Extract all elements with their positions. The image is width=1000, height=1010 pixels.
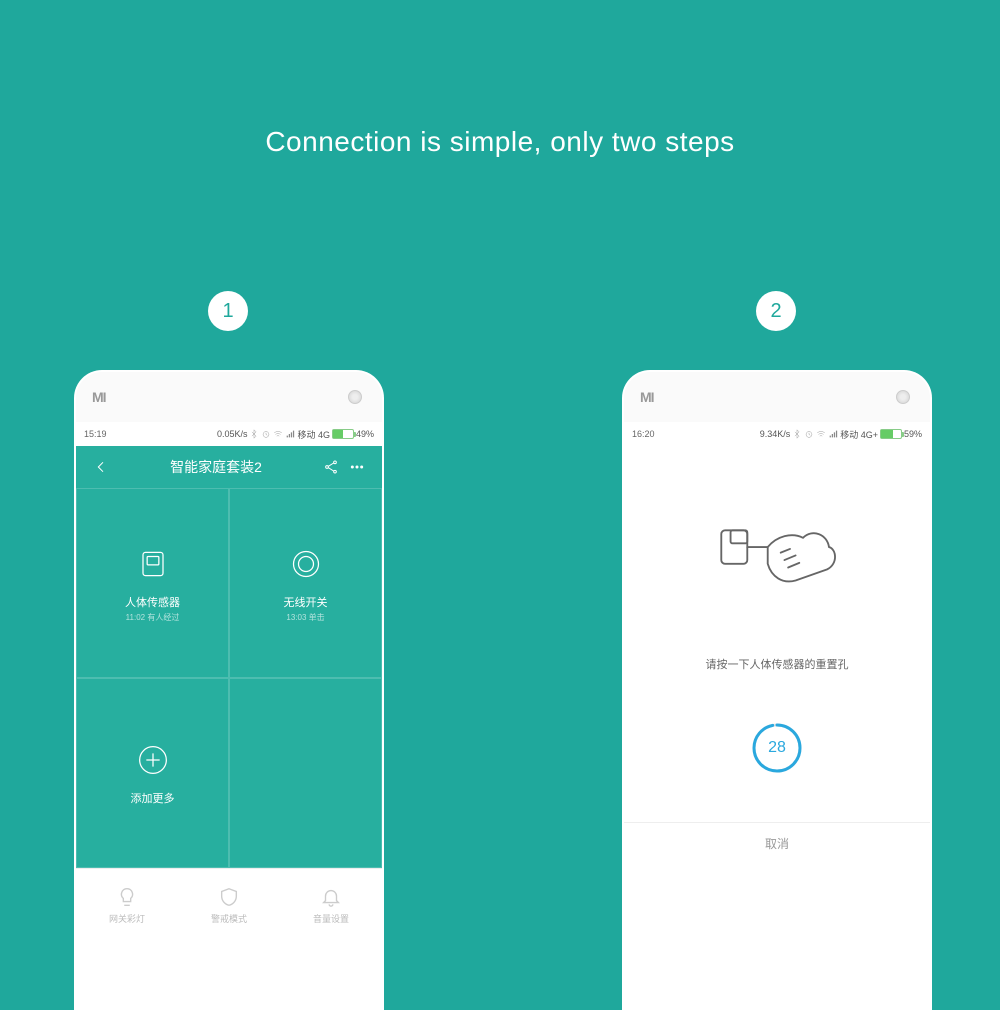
step-2-badge: 2 xyxy=(756,291,796,331)
bottom-label: 网关彩灯 xyxy=(109,912,145,925)
instruction-text: 请按一下人体传感器的重置孔 xyxy=(706,656,849,672)
countdown-ring-icon xyxy=(751,722,803,774)
status-net-speed: 0.05K/s xyxy=(217,429,248,439)
signal-icon xyxy=(285,429,295,439)
switch-icon xyxy=(286,544,326,584)
alarm-icon xyxy=(261,429,271,439)
tile-add-more[interactable]: 添加更多 xyxy=(76,678,229,868)
shield-icon xyxy=(218,886,240,908)
share-button[interactable] xyxy=(318,459,344,475)
status-carrier: 移动 4G+ xyxy=(840,428,878,441)
plus-circle-icon xyxy=(133,740,173,780)
cancel-button[interactable]: 取消 xyxy=(624,822,930,864)
phone-bezel-top: MI xyxy=(76,372,382,422)
device-grid: 人体传感器 11:02 有人经过 无线开关 13:03 单击 添加更多 xyxy=(76,488,382,868)
phone-mockup-2: MI 16:20 9.34K/s 移动 4G+ 59% xyxy=(622,370,932,1010)
bottom-label: 音量设置 xyxy=(313,912,349,925)
alarm-icon xyxy=(804,429,814,439)
phone-mockup-1: MI 15:19 0.05K/s 移动 4G 49% 智能家庭套装2 xyxy=(74,370,384,1010)
status-bar: 16:20 9.34K/s 移动 4G+ 59% xyxy=(624,422,930,446)
countdown-timer: 28 xyxy=(751,722,803,774)
tile-subtitle: 11:02 有人经过 xyxy=(126,612,180,623)
battery-icon xyxy=(880,429,902,439)
bottom-toolbar: 网关彩灯 警戒模式 音量设置 xyxy=(76,868,382,942)
bulb-icon xyxy=(116,886,138,908)
tile-wireless-switch[interactable]: 无线开关 13:03 单击 xyxy=(229,488,382,678)
tile-title: 无线开关 xyxy=(284,594,328,610)
step-1-badge: 1 xyxy=(208,291,248,331)
status-net-speed: 9.34K/s xyxy=(760,429,791,439)
tile-title: 添加更多 xyxy=(131,790,175,806)
chevron-left-icon xyxy=(93,459,109,475)
status-bar: 15:19 0.05K/s 移动 4G 49% xyxy=(76,422,382,446)
status-battery-pct: 59% xyxy=(904,429,922,439)
bottom-volume-button[interactable]: 音量设置 xyxy=(280,869,382,942)
share-icon xyxy=(323,459,339,475)
headline-text: Connection is simple, only two steps xyxy=(0,126,1000,158)
bottom-light-button[interactable]: 网关彩灯 xyxy=(76,869,178,942)
status-battery-pct: 49% xyxy=(356,429,374,439)
bluetooth-icon xyxy=(792,429,802,439)
phone-bezel-top: MI xyxy=(624,372,930,422)
bottom-alert-button[interactable]: 警戒模式 xyxy=(178,869,280,942)
wifi-icon xyxy=(816,429,826,439)
app-header-title: 智能家庭套装2 xyxy=(114,457,318,477)
status-carrier: 移动 4G xyxy=(297,428,330,441)
tile-body-sensor[interactable]: 人体传感器 11:02 有人经过 xyxy=(76,488,229,678)
bluetooth-icon xyxy=(249,429,259,439)
signal-icon xyxy=(828,429,838,439)
mi-logo: MI xyxy=(640,389,654,405)
hand-illustration xyxy=(712,506,842,616)
wifi-icon xyxy=(273,429,283,439)
app-header: 智能家庭套装2 xyxy=(76,446,382,488)
hand-press-icon xyxy=(712,506,842,616)
bottom-label: 警戒模式 xyxy=(211,912,247,925)
bell-icon xyxy=(320,886,342,908)
camera-dot-icon xyxy=(348,390,362,404)
tile-title: 人体传感器 xyxy=(125,594,180,610)
status-time: 15:19 xyxy=(84,429,107,439)
sensor-icon xyxy=(133,544,173,584)
mi-logo: MI xyxy=(92,389,106,405)
battery-icon xyxy=(332,429,354,439)
tile-subtitle: 13:03 单击 xyxy=(286,612,324,623)
tile-empty xyxy=(229,678,382,868)
reset-screen: 请按一下人体传感器的重置孔 28 取消 xyxy=(624,446,930,1006)
back-button[interactable] xyxy=(88,459,114,475)
more-icon xyxy=(349,459,365,475)
status-time: 16:20 xyxy=(632,429,655,439)
camera-dot-icon xyxy=(896,390,910,404)
more-button[interactable] xyxy=(344,459,370,475)
